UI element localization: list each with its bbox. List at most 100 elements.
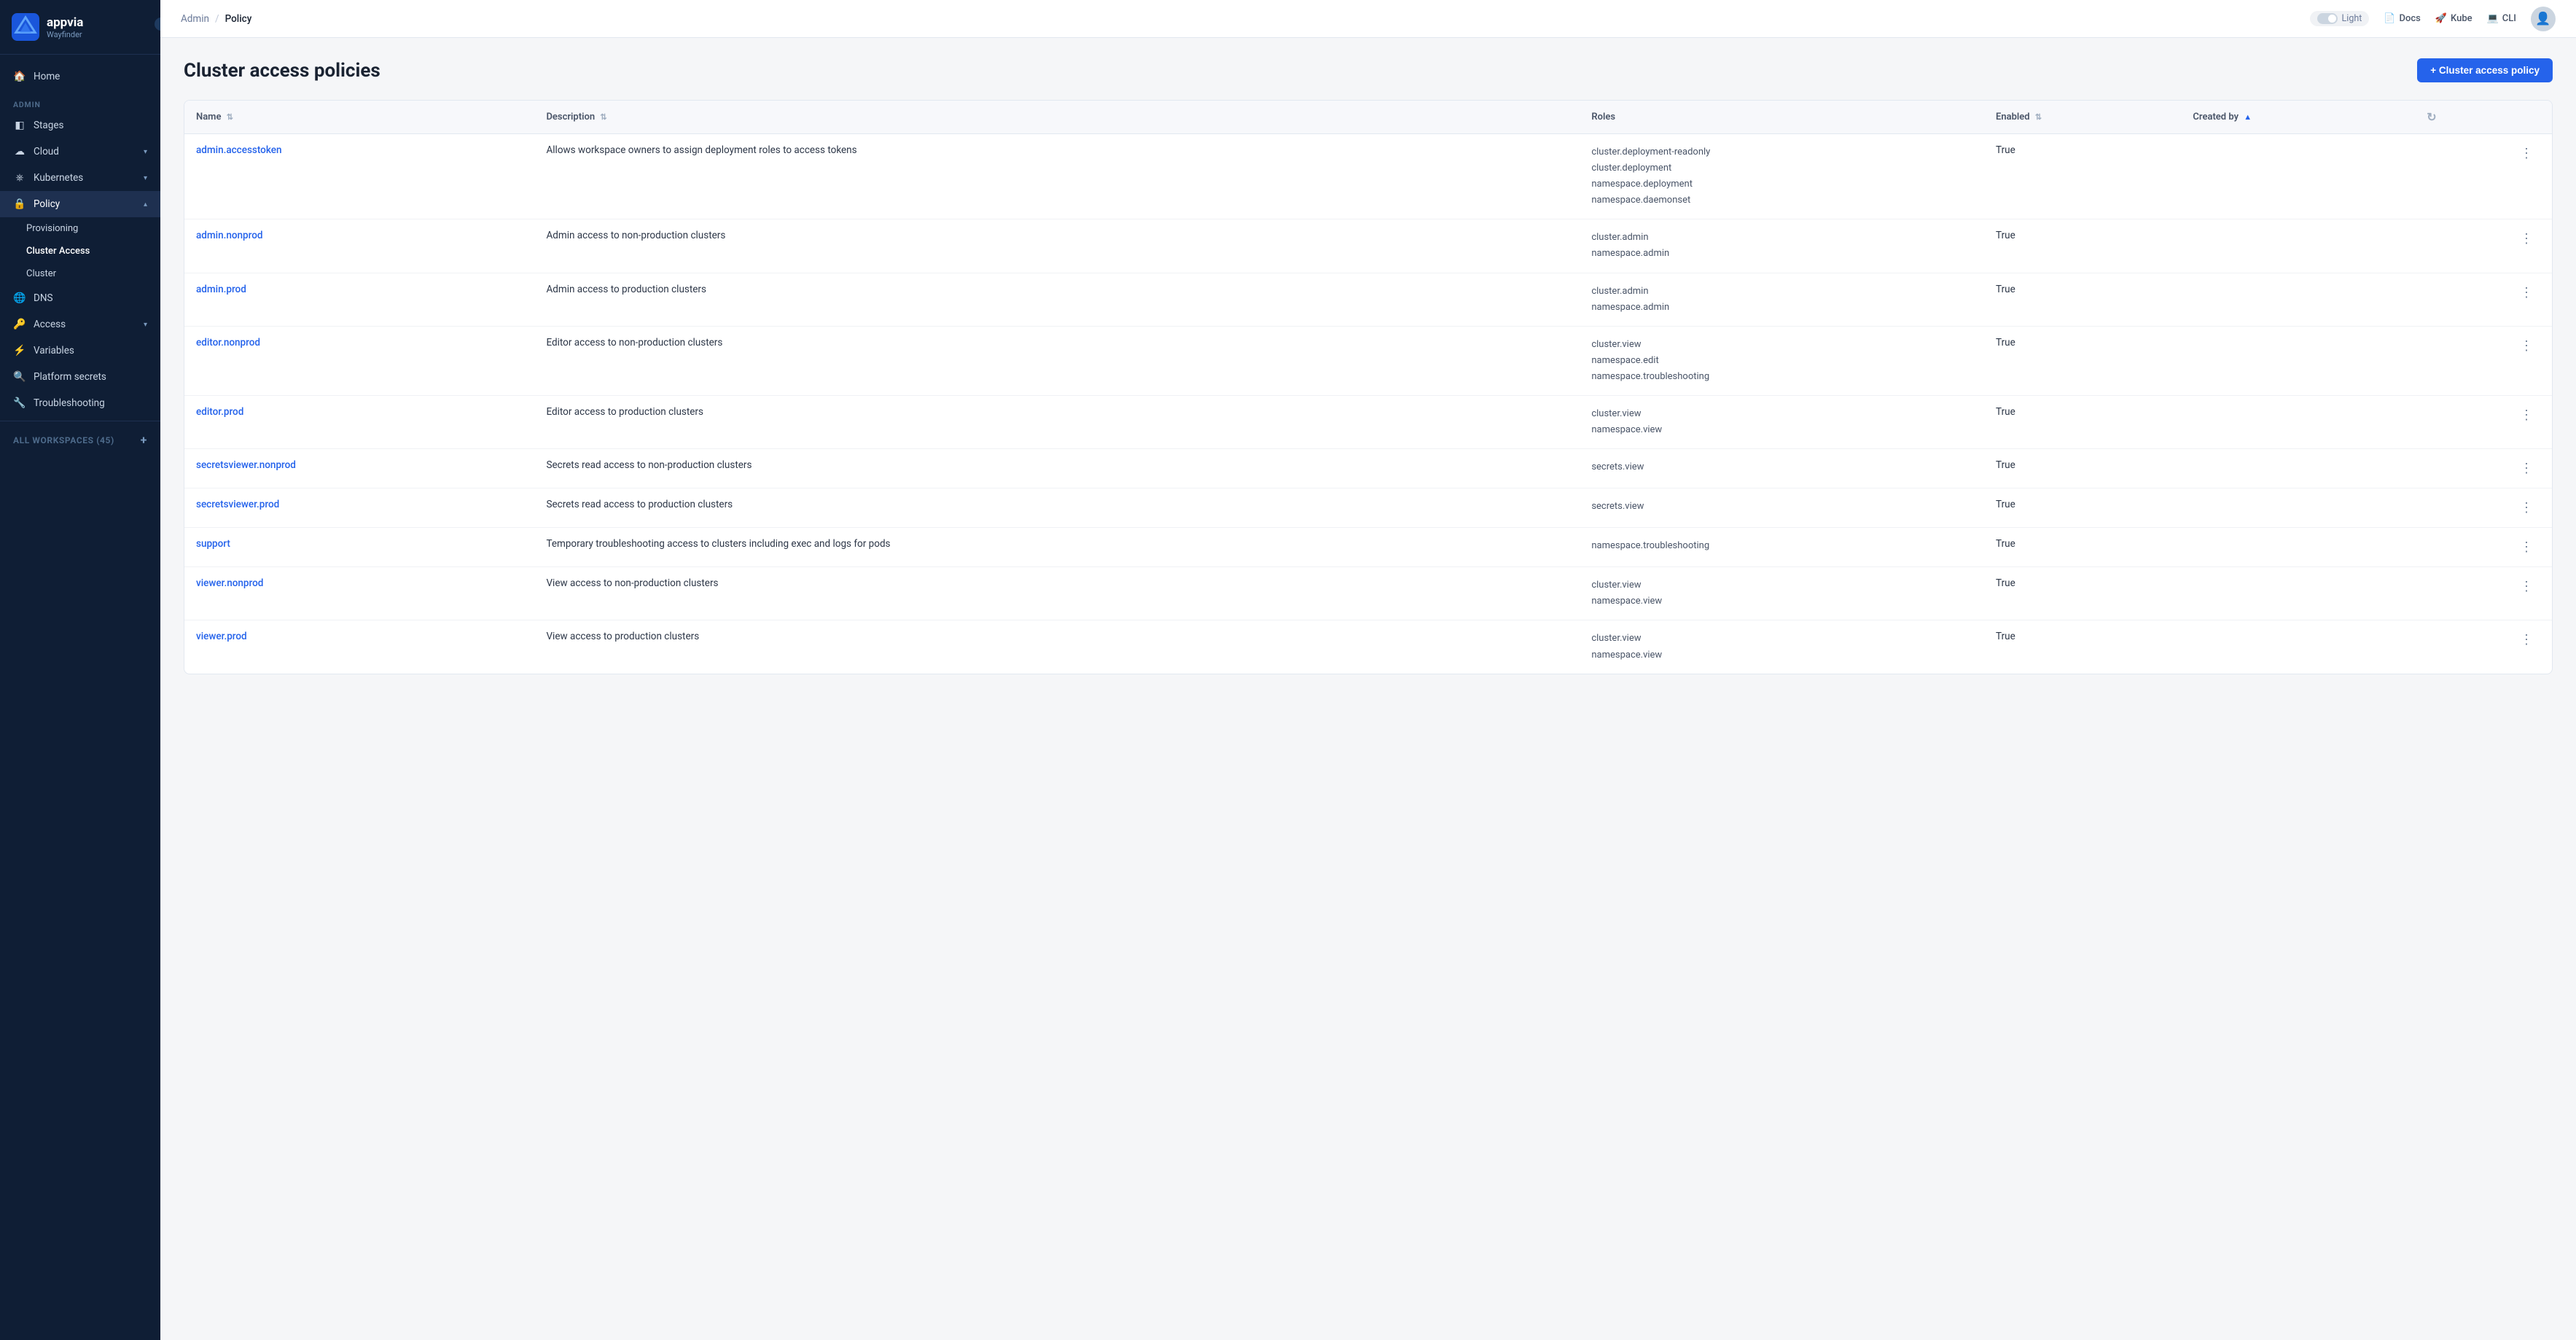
policy-name-link[interactable]: admin.nonprod <box>196 230 263 241</box>
col-enabled[interactable]: Enabled ⇅ <box>1984 101 2181 134</box>
policy-name-link[interactable]: admin.accesstoken <box>196 144 282 156</box>
col-description[interactable]: Description ⇅ <box>534 101 1580 134</box>
table-row: viewer.prodView access to production clu… <box>184 620 2552 674</box>
name-sort-icon: ⇅ <box>227 112 233 122</box>
row-actions-menu-button[interactable]: ⋮ <box>2515 337 2537 355</box>
row-actions-menu-button[interactable]: ⋮ <box>2515 459 2537 478</box>
stages-icon: ◧ <box>13 119 26 132</box>
cell-roles: cluster.viewnamespace.view <box>1580 567 1984 620</box>
add-cluster-access-policy-button[interactable]: + Cluster access policy <box>2417 58 2553 82</box>
row-actions-menu-button[interactable]: ⋮ <box>2515 284 2537 302</box>
cell-created-by <box>2181 396 2415 449</box>
row-actions-menu-button[interactable]: ⋮ <box>2515 538 2537 556</box>
sidebar-item-provisioning[interactable]: Provisioning <box>0 217 160 240</box>
cell-created-by <box>2181 134 2415 219</box>
cell-actions: ⋮ <box>2415 326 2552 395</box>
cell-enabled: True <box>1984 219 2181 273</box>
cli-icon: 💻 <box>2487 13 2499 24</box>
cell-description: Secrets read access to production cluste… <box>534 488 1580 528</box>
table-row: editor.prodEditor access to production c… <box>184 396 2552 449</box>
row-actions-menu-button[interactable]: ⋮ <box>2515 406 2537 424</box>
sidebar-item-dns[interactable]: 🌐 DNS <box>0 285 160 311</box>
sidebar-item-cluster[interactable]: Cluster <box>0 262 160 285</box>
role-item: cluster.view <box>1591 406 1972 422</box>
cell-name: viewer.nonprod <box>184 567 534 620</box>
kubernetes-icon: ⎈ <box>13 171 26 184</box>
home-icon: 🏠 <box>13 70 26 83</box>
cell-description: Temporary troubleshooting access to clus… <box>534 528 1580 567</box>
cloud-chevron-icon: ▾ <box>144 148 147 156</box>
workspaces-label: ALL WORKSPACES (45) <box>13 435 114 445</box>
role-item: namespace.view <box>1591 422 1972 438</box>
sidebar-item-troubleshooting[interactable]: 🔧 Troubleshooting <box>0 390 160 416</box>
cell-name: viewer.prod <box>184 620 534 674</box>
role-item: cluster.deployment <box>1591 160 1972 176</box>
user-avatar[interactable]: 👤 <box>2531 7 2556 31</box>
row-actions-menu-button[interactable]: ⋮ <box>2515 230 2537 248</box>
sidebar-item-cloud[interactable]: ☁ Cloud ▾ <box>0 139 160 165</box>
policy-name-link[interactable]: editor.nonprod <box>196 337 260 348</box>
policy-name-link[interactable]: editor.prod <box>196 406 243 418</box>
table-row: admin.prodAdmin access to production clu… <box>184 273 2552 326</box>
sidebar-item-policy[interactable]: 🔒 Policy ▴ <box>0 191 160 217</box>
kube-link[interactable]: 🚀 Kube <box>2435 13 2472 24</box>
sidebar-item-kubernetes[interactable]: ⎈ Kubernetes ▾ <box>0 165 160 191</box>
cli-link[interactable]: 💻 CLI <box>2487 13 2516 24</box>
row-actions-menu-button[interactable]: ⋮ <box>2515 144 2537 163</box>
policy-name-link[interactable]: secretsviewer.nonprod <box>196 459 296 471</box>
cell-created-by <box>2181 620 2415 674</box>
policy-name-link[interactable]: secretsviewer.prod <box>196 499 279 510</box>
sidebar-item-home[interactable]: 🏠 Home <box>0 63 160 90</box>
sidebar-item-cluster-access[interactable]: Cluster Access <box>0 240 160 262</box>
row-actions-menu-button[interactable]: ⋮ <box>2515 631 2537 649</box>
col-created-by[interactable]: Created by ▲ <box>2181 101 2415 134</box>
cell-name: admin.accesstoken <box>184 134 534 219</box>
docs-link[interactable]: 📄 Docs <box>2384 13 2421 24</box>
sidebar-item-stages[interactable]: ◧ Stages <box>0 112 160 139</box>
breadcrumb-current: Policy <box>225 13 252 25</box>
cell-name: secretsviewer.prod <box>184 488 534 528</box>
cell-roles: cluster.viewnamespace.view <box>1580 620 1984 674</box>
cell-created-by <box>2181 488 2415 528</box>
page-header: Cluster access policies + Cluster access… <box>184 58 2553 82</box>
dns-icon: 🌐 <box>13 292 26 305</box>
sidebar-navigation: 🏠 Home ADMIN ◧ Stages ☁ Cloud ▾ ⎈ Kubern… <box>0 55 160 1340</box>
policy-name-link[interactable]: admin.prod <box>196 284 246 295</box>
col-name[interactable]: Name ⇅ <box>184 101 534 134</box>
role-item: namespace.view <box>1591 647 1972 663</box>
policy-name-link[interactable]: viewer.prod <box>196 631 247 642</box>
cloud-icon: ☁ <box>13 145 26 158</box>
cell-enabled: True <box>1984 273 2181 326</box>
sidebar-collapse-button[interactable]: ‹ <box>153 16 160 32</box>
cell-description: Editor access to non-production clusters <box>534 326 1580 395</box>
light-dark-switch[interactable] <box>2317 13 2338 24</box>
row-actions-menu-button[interactable]: ⋮ <box>2515 499 2537 517</box>
cell-roles: cluster.deployment-readonlycluster.deplo… <box>1580 134 1984 219</box>
appvia-logo-icon <box>12 13 39 41</box>
row-actions-menu-button[interactable]: ⋮ <box>2515 577 2537 596</box>
cell-actions: ⋮ <box>2415 396 2552 449</box>
policies-table: Name ⇅ Description ⇅ Roles Enabled ⇅ <box>184 101 2552 674</box>
all-workspaces-item[interactable]: ALL WORKSPACES (45) + <box>0 426 160 454</box>
cell-created-by <box>2181 273 2415 326</box>
cell-name: admin.prod <box>184 273 534 326</box>
cell-actions: ⋮ <box>2415 273 2552 326</box>
add-workspace-button[interactable]: + <box>141 433 147 447</box>
policy-name-link[interactable]: support <box>196 538 230 550</box>
sidebar-item-platform-secrets[interactable]: 🔍 Platform secrets <box>0 364 160 390</box>
role-item: cluster.view <box>1591 631 1972 647</box>
cell-name: support <box>184 528 534 567</box>
cell-actions: ⋮ <box>2415 134 2552 219</box>
sidebar-item-variables[interactable]: ⚡ Variables <box>0 338 160 364</box>
role-item: cluster.deployment-readonly <box>1591 144 1972 160</box>
cell-roles: cluster.adminnamespace.admin <box>1580 273 1984 326</box>
docs-icon: 📄 <box>2384 13 2395 24</box>
breadcrumb: Admin / Policy <box>181 13 251 25</box>
policy-name-link[interactable]: viewer.nonprod <box>196 577 263 589</box>
cell-name: editor.prod <box>184 396 534 449</box>
refresh-button[interactable]: ↻ <box>2415 101 2552 134</box>
breadcrumb-admin[interactable]: Admin <box>181 13 209 25</box>
sidebar-item-access[interactable]: 🔑 Access ▾ <box>0 311 160 338</box>
theme-toggle[interactable]: Light <box>2310 11 2370 26</box>
enabled-sort-icon: ⇅ <box>2035 112 2042 122</box>
